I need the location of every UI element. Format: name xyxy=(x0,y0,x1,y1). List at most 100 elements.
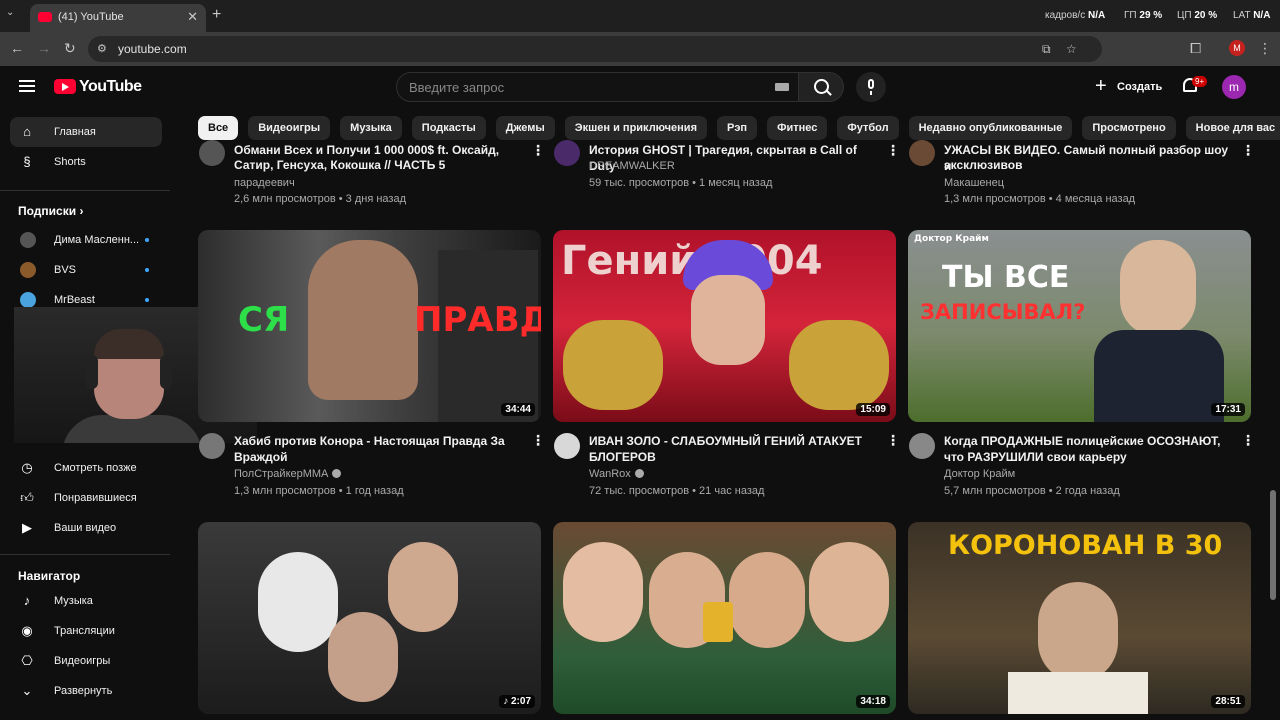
chip-10[interactable]: Просмотрено xyxy=(1082,116,1176,140)
trophy-icon xyxy=(703,602,733,642)
channel-avatar[interactable] xyxy=(554,433,580,459)
channel-name[interactable]: WanRox xyxy=(589,468,644,480)
sidebar-item-label: Shorts xyxy=(54,156,86,168)
video-title[interactable]: Обмани Всех и Получи 1 000 000$ ft. Окса… xyxy=(234,142,524,158)
subscriptions-heading[interactable]: Подписки › xyxy=(18,204,83,218)
video-title[interactable]: Когда ПРОДАЖНЫЕ полицейские ОСОЗНАЮТ, чт… xyxy=(944,433,1234,465)
chip-6[interactable]: Рэп xyxy=(717,116,758,140)
channel-avatar[interactable] xyxy=(199,433,225,459)
thumbnail-face xyxy=(308,240,418,400)
page-scrollbar[interactable] xyxy=(1270,490,1276,600)
reload-icon[interactable]: ↻ xyxy=(64,40,76,57)
sidebar-subscription-1[interactable]: Дима Масленн... xyxy=(10,225,162,255)
thumbnail-text: КОРОНОВАН В 30 xyxy=(948,530,1223,561)
chip-8[interactable]: Футбол xyxy=(837,116,899,140)
browser-profile-avatar[interactable]: M xyxy=(1229,40,1245,56)
webcam-person-body xyxy=(62,415,202,443)
video-title[interactable]: Хабиб против Конора - Настоящая Правда З… xyxy=(234,433,524,465)
video-thumbnail[interactable]: СЯ ПРАВДА 34:44 xyxy=(198,230,541,422)
forward-icon[interactable]: → xyxy=(37,40,51,56)
chip-2[interactable]: Музыка xyxy=(340,116,402,140)
chip-11[interactable]: Новое для вас xyxy=(1185,116,1280,140)
channel-name[interactable]: парадеевич xyxy=(234,177,295,189)
divider xyxy=(0,554,170,555)
video-meta: 59 тыс. просмотров • 1 месяц назад xyxy=(589,177,773,189)
chip-1[interactable]: Видеоигры xyxy=(248,116,331,140)
channel-name[interactable]: ПолСтрайкерMMA xyxy=(234,468,342,480)
clock-icon: ◷ xyxy=(21,460,33,475)
browser-tab-bar: ⌄ (41) YouTube ✕ + кадров/с N/A ГП 29 % … xyxy=(0,0,1280,32)
chip-7[interactable]: Фитнес xyxy=(767,116,828,140)
video-thumbnail[interactable]: Гений 2004 15:09 xyxy=(553,230,896,422)
chip-9[interactable]: Недавно опубликованные xyxy=(908,116,1073,140)
tab-search-icon[interactable]: ⌄ xyxy=(6,7,14,18)
search-button[interactable] xyxy=(798,72,844,102)
channel-avatar xyxy=(20,232,36,248)
more-options-icon[interactable]: ⋮ xyxy=(531,432,545,449)
more-options-icon[interactable]: ⋮ xyxy=(886,432,900,449)
chip-3[interactable]: Подкасты xyxy=(411,116,486,140)
bookmark-star-icon[interactable]: ☆ xyxy=(1066,42,1077,56)
headphones-icon xyxy=(160,355,172,389)
channel-avatar[interactable] xyxy=(909,140,935,166)
menu-icon[interactable] xyxy=(19,80,35,92)
sidebar-item-label: Дима Масленн... xyxy=(54,234,140,246)
voice-search-icon[interactable] xyxy=(856,72,886,102)
keyboard-icon[interactable] xyxy=(775,83,789,91)
create-button[interactable]: + Создать xyxy=(1089,72,1169,102)
sidebar-item-liked[interactable]: 👍︎ Понравившиеся xyxy=(10,483,162,513)
browser-menu-icon[interactable]: ⋮ xyxy=(1258,40,1272,57)
gamepad-icon: ⎔ xyxy=(21,653,33,668)
user-avatar[interactable]: m xyxy=(1222,75,1246,99)
youtube-logo-icon[interactable] xyxy=(54,79,76,94)
youtube-logo-text[interactable]: YouTube xyxy=(79,78,142,96)
video-thumbnail-bottom-2[interactable]: 34:18 xyxy=(553,522,896,714)
channel-name[interactable]: Доктор Крайм xyxy=(944,468,1015,480)
channel-avatar[interactable] xyxy=(199,140,225,166)
video-meta: 1,3 млн просмотров • 4 месяца назад xyxy=(944,193,1136,205)
sidebar-item-label: Развернуть xyxy=(54,685,113,697)
search-icon xyxy=(814,79,829,94)
video-thumbnail-bottom-3[interactable]: КОРОНОВАН В 30 28:51 xyxy=(908,522,1251,714)
video-title[interactable]: ИВАН ЗОЛО - СЛАБОУМНЫЙ ГЕНИЙ АТАКУЕТ БЛО… xyxy=(589,433,879,465)
headphones-icon xyxy=(86,355,98,389)
chip-4[interactable]: Джемы xyxy=(495,116,555,140)
channel-name[interactable]: Макашенец xyxy=(944,177,1004,189)
chip-5[interactable]: Экшен и приключения xyxy=(564,116,707,140)
sidebar-item-gaming[interactable]: ⎔ Видеоигры xyxy=(10,646,162,676)
more-options-icon[interactable]: ⋮ xyxy=(886,142,900,159)
more-options-icon[interactable]: ⋮ xyxy=(1241,142,1255,159)
channel-avatar[interactable] xyxy=(909,433,935,459)
create-label: Создать xyxy=(1117,81,1163,93)
sidebar-item-home[interactable]: ⌂ Главная xyxy=(10,117,162,147)
chip-0[interactable]: Все xyxy=(198,116,239,140)
channel-avatar[interactable] xyxy=(554,140,580,166)
sidebar-item-live[interactable]: ◉ Трансляции xyxy=(10,616,162,646)
gpu-stat: ГП 29 % xyxy=(1124,10,1163,21)
sidebar-item-expand[interactable]: ⌄ Развернуть xyxy=(10,676,162,706)
close-tab-icon[interactable]: ✕ xyxy=(187,9,198,25)
sidebar-item-your-videos[interactable]: ▶ Ваши видео xyxy=(10,513,162,543)
video-thumbnail[interactable]: Доктор Крайм ТЫ ВСЕ ЗАПИСЫВАЛ? 17:31 xyxy=(908,230,1251,422)
new-tab-icon[interactable]: + xyxy=(212,6,221,24)
site-info-icon[interactable]: ⚙ xyxy=(97,42,107,55)
more-options-icon[interactable]: ⋮ xyxy=(1241,432,1255,449)
sidebar-item-shorts[interactable]: § Shorts xyxy=(10,147,162,177)
thumbnail-face xyxy=(388,542,458,632)
channel-name[interactable]: DREAMWALKER xyxy=(589,160,675,172)
video-title-line2[interactable]: Сатир, Генсуха, Кокошка // ЧАСТЬ 5 xyxy=(234,157,524,173)
sidebar-item-watch-later[interactable]: ◷ Смотреть позже xyxy=(10,453,162,483)
url-bar[interactable]: ⚙ youtube.com ⧉ ☆ xyxy=(88,36,1102,62)
video-thumbnail-bottom-1[interactable]: ♪ 2:07 xyxy=(198,522,541,714)
search-input[interactable]: Введите запрос xyxy=(396,72,800,102)
sidebar-item-music[interactable]: ♪ Музыка xyxy=(10,586,162,616)
back-icon[interactable]: ← xyxy=(10,40,24,56)
play-box-icon: ▶ xyxy=(22,520,32,535)
extensions-icon[interactable]: ⧠ xyxy=(1190,40,1201,57)
sidebar-subscription-2[interactable]: BVS xyxy=(10,255,162,285)
video-title-line2[interactable]: эксклюзивов xyxy=(944,157,1234,173)
install-app-icon[interactable]: ⧉ xyxy=(1042,42,1051,57)
browser-tab[interactable]: (41) YouTube ✕ xyxy=(30,4,206,32)
more-options-icon[interactable]: ⋮ xyxy=(531,142,545,159)
video-meta: 72 тыс. просмотров • 21 час назад xyxy=(589,485,765,497)
